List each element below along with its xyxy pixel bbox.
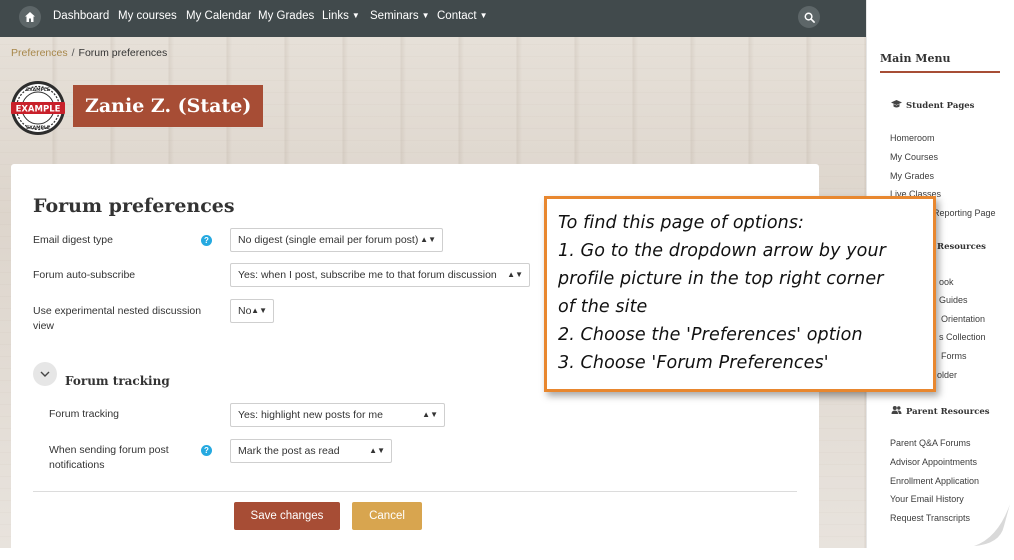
user-name-banner: Zanie Z. (State)	[73, 85, 264, 127]
sidebar-link-homeroom[interactable]: Homeroom	[890, 133, 935, 143]
page-curl-decoration	[970, 500, 1010, 548]
search-icon	[804, 12, 815, 23]
auto-subscribe-select[interactable]: Yes: when I post, subscribe me to that f…	[230, 263, 530, 287]
notification-value: Mark the post as read	[238, 445, 340, 457]
nav-contact-label: Contact	[437, 10, 477, 22]
breadcrumb: Preferences / Forum preferences	[11, 47, 167, 59]
badge-text: EXAMPLE	[16, 105, 61, 115]
search-button[interactable]	[798, 6, 820, 28]
sidebar-link-resource-3[interactable]: Orientation	[941, 314, 985, 324]
sidebar-link-request-transcripts[interactable]: Request Transcripts	[890, 513, 970, 523]
notification-select[interactable]: Mark the post as read ▲▼	[230, 439, 392, 463]
help-icon[interactable]: ?	[201, 445, 212, 456]
select-arrows-icon: ▲▼	[507, 270, 523, 279]
email-digest-label: Email digest type	[33, 234, 113, 246]
email-digest-select[interactable]: No digest (single email per forum post) ▲…	[230, 228, 443, 252]
sidebar-link-resource-4[interactable]: s Collection	[939, 332, 986, 342]
auto-subscribe-value: Yes: when I post, subscribe me to that f…	[238, 269, 497, 281]
chevron-down-icon: ▼	[421, 11, 430, 20]
users-icon	[891, 406, 902, 414]
graduation-cap-icon	[891, 100, 902, 108]
chevron-down-icon	[40, 371, 50, 377]
forum-tracking-label: Forum tracking	[49, 408, 120, 420]
nav-contact-dropdown[interactable]: Contact ▼	[437, 10, 488, 22]
parent-resources-heading-label: Parent Resources	[906, 407, 990, 417]
callout-line: 2. Choose the 'Preferences' option	[558, 325, 863, 345]
nav-links-dropdown[interactable]: Links ▼	[322, 10, 360, 22]
sidebar-title: Main Menu	[880, 52, 951, 65]
nav-my-grades[interactable]: My Grades	[258, 10, 314, 22]
instruction-callout: To find this page of options: 1. Go to t…	[544, 196, 936, 392]
select-arrows-icon: ▲▼	[251, 306, 267, 315]
sidebar-title-underline	[880, 71, 1000, 73]
example-stamp-badge: EXAMPLE EXAMPLE EXAMPLE	[11, 81, 65, 135]
forum-tracking-value: Yes: highlight new posts for me	[238, 409, 383, 421]
home-icon	[25, 12, 35, 22]
breadcrumb-current: Forum preferences	[78, 47, 168, 59]
callout-line: 3. Choose 'Forum Preferences'	[558, 353, 829, 373]
auto-subscribe-label: Forum auto-subscribe	[33, 269, 136, 281]
collapse-section-button[interactable]	[33, 362, 57, 386]
forum-tracking-section-title: Forum tracking	[65, 374, 170, 388]
nested-view-select[interactable]: No ▲▼	[230, 299, 274, 323]
select-arrows-icon: ▲▼	[369, 446, 385, 455]
callout-line: 1. Go to the dropdown arrow by your	[558, 241, 886, 261]
form-divider	[33, 491, 797, 492]
sidebar-link-advisor-appointments[interactable]: Advisor Appointments	[890, 457, 977, 467]
sidebar-link-resource-5[interactable]: Forms	[941, 351, 967, 361]
callout-line: profile picture in the top right corner	[558, 269, 884, 289]
callout-line: of the site	[558, 297, 648, 317]
nested-view-value: No	[238, 305, 252, 317]
student-pages-heading: Student Pages	[891, 99, 974, 111]
nav-links-label: Links	[322, 10, 349, 22]
chevron-down-icon: ▼	[479, 11, 488, 20]
nav-seminars-label: Seminars	[370, 10, 419, 22]
sidebar-link-reporting-page[interactable]: Reporting Page	[933, 208, 996, 218]
sidebar-link-my-courses[interactable]: My Courses	[890, 152, 938, 162]
sidebar-link-email-history[interactable]: Your Email History	[890, 494, 964, 504]
nav-dashboard[interactable]: Dashboard	[53, 10, 109, 22]
student-pages-heading-label: Student Pages	[906, 101, 975, 111]
chevron-down-icon: ▼	[351, 11, 360, 20]
nav-seminars-dropdown[interactable]: Seminars ▼	[370, 10, 430, 22]
help-icon[interactable]: ?	[201, 235, 212, 246]
sidebar-link-resource-2[interactable]: Guides	[939, 295, 968, 305]
breadcrumb-preferences-link[interactable]: Preferences	[11, 47, 68, 59]
sidebar-link-parent-qa-forums[interactable]: Parent Q&A Forums	[890, 438, 971, 448]
sidebar-link-enrollment-application[interactable]: Enrollment Application	[890, 476, 979, 486]
sidebar-link-resource-1[interactable]: ook	[939, 277, 954, 287]
email-digest-value: No digest (single email per forum post)	[238, 234, 419, 246]
nested-view-label: Use experimental nested discussion view	[33, 305, 202, 332]
breadcrumb-separator: /	[71, 47, 75, 59]
sidebar-link-my-grades[interactable]: My Grades	[890, 171, 934, 181]
notification-label: When sending forum post notifications	[49, 444, 169, 471]
nav-my-calendar[interactable]: My Calendar	[186, 10, 251, 22]
page-title: Forum preferences	[33, 195, 235, 217]
badge-ring-text: EXAMPLE	[26, 87, 50, 93]
home-button[interactable]	[19, 6, 41, 28]
resources-heading: Resources	[937, 242, 986, 252]
badge-ring-text-bottom: EXAMPLE	[26, 125, 50, 131]
select-arrows-icon: ▲▼	[422, 410, 438, 419]
save-changes-button[interactable]: Save changes	[234, 502, 340, 530]
nav-my-courses[interactable]: My courses	[118, 10, 177, 22]
screenshot-stage: Dashboard My courses My Calendar My Grad…	[0, 0, 1014, 560]
top-navbar: Dashboard My courses My Calendar My Grad…	[0, 0, 866, 37]
forum-tracking-select[interactable]: Yes: highlight new posts for me ▲▼	[230, 403, 445, 427]
sidebar-link-resource-6[interactable]: older	[937, 370, 957, 380]
parent-resources-heading: Parent Resources	[891, 405, 990, 417]
cancel-button[interactable]: Cancel	[352, 502, 422, 530]
callout-line: To find this page of options:	[558, 213, 805, 233]
select-arrows-icon: ▲▼	[420, 235, 436, 244]
